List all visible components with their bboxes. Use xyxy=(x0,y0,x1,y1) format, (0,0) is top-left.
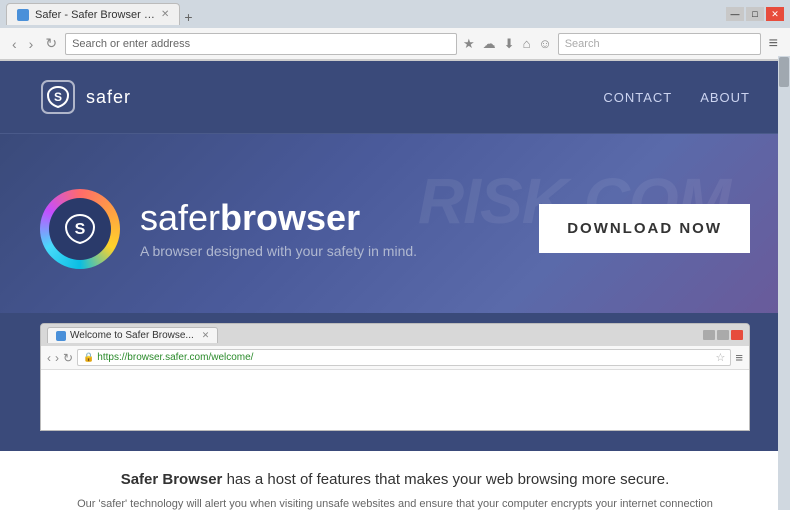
preview-address-bar: 🔒 https://browser.safer.com/welcome/ ☆ xyxy=(77,349,731,366)
preview-tab-title: Welcome to Safer Browse... xyxy=(70,330,194,341)
tab-close-button[interactable]: ✕ xyxy=(161,9,169,20)
about-nav-link[interactable]: ABOUT xyxy=(700,90,750,105)
menu-button[interactable]: ≡ xyxy=(765,33,782,55)
info-title: Safer Browser has a host of features tha… xyxy=(40,471,750,488)
site-navigation: CONTACT ABOUT xyxy=(603,90,750,105)
preview-menu-icon: ≡ xyxy=(735,350,743,365)
search-bar[interactable]: Search xyxy=(558,33,761,55)
info-title-strong: Safer Browser xyxy=(121,471,223,488)
preview-minimize xyxy=(703,330,715,340)
preview-tab-close: ✕ xyxy=(202,330,210,341)
preview-refresh-button: ↻ xyxy=(63,351,73,365)
hero-title: saferbrowser xyxy=(140,198,417,238)
preview-titlebar: Welcome to Safer Browse... ✕ xyxy=(41,324,749,346)
download-now-button[interactable]: DOWNLOAD NOW xyxy=(539,204,750,253)
preview-star-icon: ☆ xyxy=(716,351,726,364)
address-bar[interactable]: Search or enter address xyxy=(65,33,457,55)
minimize-button[interactable]: — xyxy=(726,7,744,21)
forward-button[interactable]: › xyxy=(25,34,38,54)
profile-icon[interactable]: ☺ xyxy=(536,34,553,53)
svg-text:S: S xyxy=(54,90,62,104)
info-body: Our 'safer' technology will alert you wh… xyxy=(55,496,735,511)
refresh-button[interactable]: ↻ xyxy=(41,33,61,54)
title-bar-left: Safer - Safer Browser - Fast, Se... ✕ + xyxy=(6,3,197,25)
home-icon[interactable]: ⌂ xyxy=(521,34,533,53)
preview-maximize xyxy=(717,330,729,340)
title-bar: Safer - Safer Browser - Fast, Se... ✕ + … xyxy=(0,0,790,28)
back-button[interactable]: ‹ xyxy=(8,34,21,54)
website-content: S safer CONTACT ABOUT RISK.COM S xyxy=(0,61,790,511)
hero-logo-inner: S xyxy=(49,198,111,260)
bookmark-icon[interactable]: ★ xyxy=(461,34,477,54)
hero-section: RISK.COM S saferbrowser A browser design… xyxy=(0,133,790,313)
hero-logo-ring: S xyxy=(40,189,120,269)
info-section: Safer Browser has a host of features tha… xyxy=(0,451,790,511)
browser-window: Safer - Safer Browser - Fast, Se... ✕ + … xyxy=(0,0,790,511)
browser-tab[interactable]: Safer - Safer Browser - Fast, Se... ✕ xyxy=(6,3,180,25)
maximize-button[interactable]: □ xyxy=(746,7,764,21)
window-controls: — □ ✕ xyxy=(726,7,784,21)
new-tab-button[interactable]: + xyxy=(180,9,196,25)
preview-url: https://browser.safer.com/welcome/ xyxy=(97,352,253,363)
hero-subtitle: A browser designed with your safety in m… xyxy=(140,243,417,259)
search-placeholder: Search xyxy=(565,38,600,50)
preview-close xyxy=(731,330,743,340)
site-header: S safer CONTACT ABOUT xyxy=(0,61,790,133)
preview-back-button: ‹ xyxy=(47,351,51,365)
browser-preview: Welcome to Safer Browse... ✕ ‹ › ↻ 🔒 xyxy=(40,323,750,431)
hero-left: S saferbrowser A browser designed with y… xyxy=(40,189,417,269)
preview-navbar: ‹ › ↻ 🔒 https://browser.safer.com/welcom… xyxy=(41,346,749,370)
svg-text:S: S xyxy=(75,221,86,238)
contact-nav-link[interactable]: CONTACT xyxy=(603,90,672,105)
preview-win-controls xyxy=(703,330,743,340)
browser-preview-section: Welcome to Safer Browse... ✕ ‹ › ↻ 🔒 xyxy=(0,313,790,451)
site-logo: S safer xyxy=(40,79,131,115)
info-title-rest: has a host of features that makes your w… xyxy=(222,471,669,488)
tab-area: Safer - Safer Browser - Fast, Se... ✕ + xyxy=(6,3,197,25)
safer-logo-icon: S xyxy=(40,79,76,115)
tab-favicon xyxy=(17,9,29,21)
hero-title-part1: safer xyxy=(140,197,220,238)
scrollbar-thumb[interactable] xyxy=(779,57,789,87)
hero-logo-svg: S xyxy=(60,209,100,249)
preview-tab: Welcome to Safer Browse... ✕ xyxy=(47,327,218,343)
hero-title-part2: browser xyxy=(220,197,360,238)
cloud-icon[interactable]: ☁ xyxy=(481,34,498,54)
address-placeholder: Search or enter address xyxy=(72,38,190,50)
preview-lock-icon: 🔒 xyxy=(83,352,94,363)
hero-text: saferbrowser A browser designed with you… xyxy=(140,198,417,260)
preview-content-area xyxy=(41,370,749,430)
close-button[interactable]: ✕ xyxy=(766,7,784,21)
preview-favicon xyxy=(56,331,66,341)
browser-chrome: Safer - Safer Browser - Fast, Se... ✕ + … xyxy=(0,0,790,61)
tab-title: Safer - Safer Browser - Fast, Se... xyxy=(35,9,155,21)
scrollbar[interactable] xyxy=(778,56,790,510)
navigation-bar: ‹ › ↻ Search or enter address ★ ☁ ⬇ ⌂ ☺ … xyxy=(0,28,790,60)
download-icon[interactable]: ⬇ xyxy=(502,34,517,54)
preview-forward-button: › xyxy=(55,351,59,365)
logo-text: safer xyxy=(86,87,131,108)
